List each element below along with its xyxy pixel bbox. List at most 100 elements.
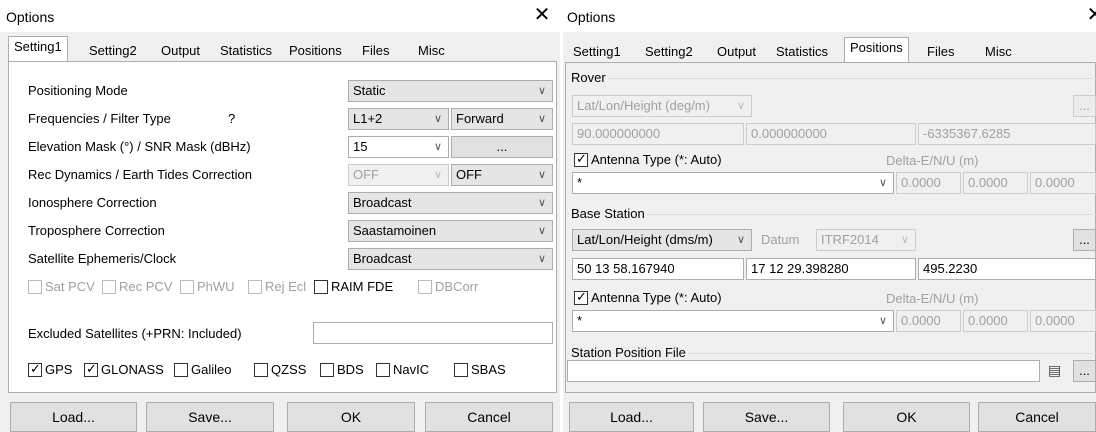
checkbox-box xyxy=(180,280,194,294)
base-lon-input[interactable]: 17 12 29.398280 xyxy=(746,258,916,280)
ephemeris-select[interactable]: Broadcast ∨ xyxy=(348,248,553,270)
checkbox-label: Antenna Type (*: Auto) xyxy=(591,290,722,305)
base-lat-input[interactable]: 50 13 58.167940 xyxy=(572,258,744,280)
rover-antenna-value: * xyxy=(577,175,583,190)
checkbox-label: NavIC xyxy=(393,362,430,377)
checkbox-box: ✓ xyxy=(84,361,98,377)
checkbox-label: QZSS xyxy=(271,362,307,377)
navic-checkbox[interactable]: NavIC xyxy=(376,362,429,378)
rover-format-value: Lat/Lon/Height (deg/m) xyxy=(577,98,710,113)
load-button[interactable]: Load... xyxy=(10,402,137,432)
checkmark-icon: ✓ xyxy=(86,361,97,376)
list-icon[interactable]: ▤ xyxy=(1048,362,1061,379)
galileo-checkbox[interactable]: Galileo xyxy=(174,362,231,378)
frequencies-label: Frequencies / Filter Type xyxy=(28,111,171,126)
base-format-select[interactable]: Lat/Lon/Height (dms/m) ∨ xyxy=(572,229,752,251)
cancel-button[interactable]: Cancel xyxy=(425,402,553,432)
rover-position-button[interactable]: ... xyxy=(1073,95,1096,117)
rover-antenna-checkbox[interactable]: ✓ Antenna Type (*: Auto) xyxy=(574,151,722,168)
rej-ecl-checkbox[interactable]: Rej Ecl xyxy=(248,279,306,295)
ok-button[interactable]: OK xyxy=(843,402,970,432)
positioning-mode-select[interactable]: Static ∨ xyxy=(348,80,553,102)
tab-output[interactable]: Output xyxy=(155,40,206,62)
close-icon[interactable]: ✕ xyxy=(530,4,554,26)
rover-delta-n-input[interactable]: 0.0000 xyxy=(963,172,1028,194)
rover-delta-e-input[interactable]: 0.0000 xyxy=(896,172,961,194)
checkbox-box xyxy=(254,363,268,377)
rover-antenna-select[interactable]: * ∨ xyxy=(572,172,894,194)
excluded-satellites-input[interactable] xyxy=(313,322,553,344)
tab-misc[interactable]: Misc xyxy=(979,41,1018,63)
ephemeris-value: Broadcast xyxy=(353,251,412,266)
station-file-input[interactable] xyxy=(567,360,1040,382)
rec-dynamics-label: Rec Dynamics / Earth Tides Correction xyxy=(28,167,252,182)
base-antenna-select[interactable]: * ∨ xyxy=(572,310,894,332)
tab-misc[interactable]: Misc xyxy=(412,40,451,62)
gps-checkbox[interactable]: ✓ GPS xyxy=(28,361,72,378)
base-format-value: Lat/Lon/Height (dms/m) xyxy=(577,232,713,247)
glonass-checkbox[interactable]: ✓ GLONASS xyxy=(84,361,164,378)
phwu-checkbox[interactable]: PhWU xyxy=(180,279,235,295)
load-button[interactable]: Load... xyxy=(569,402,694,432)
station-file-browse-button[interactable]: ... xyxy=(1073,360,1096,382)
snr-mask-button[interactable]: ... xyxy=(451,136,553,158)
base-position-button[interactable]: ... xyxy=(1073,229,1096,251)
base-delta-u-input[interactable]: 0.0000 xyxy=(1030,310,1096,332)
close-icon[interactable]: ✕ xyxy=(1083,4,1096,26)
rec-pcv-checkbox[interactable]: Rec PCV xyxy=(102,279,172,295)
save-button[interactable]: Save... xyxy=(146,402,274,432)
earth-tides-select[interactable]: OFF ∨ xyxy=(451,164,553,186)
qzss-checkbox[interactable]: QZSS xyxy=(254,362,306,378)
bds-checkbox[interactable]: BDS xyxy=(320,362,364,378)
rover-height-input[interactable]: -6335367.6285 xyxy=(918,123,1096,145)
checkbox-box xyxy=(102,280,116,294)
chevron-down-icon: ∨ xyxy=(433,141,442,153)
tab-files[interactable]: Files xyxy=(356,40,395,62)
checkbox-box xyxy=(320,363,334,377)
tab-positions[interactable]: Positions xyxy=(844,37,909,63)
dbcorr-checkbox[interactable]: DBCorr xyxy=(418,279,478,295)
checkbox-box: ✓ xyxy=(574,151,588,167)
checkbox-box: ✓ xyxy=(28,361,42,377)
positioning-mode-value: Static xyxy=(353,83,386,98)
tab-positions[interactable]: Positions xyxy=(283,40,348,62)
sat-pcv-checkbox[interactable]: Sat PCV xyxy=(28,279,95,295)
ionosphere-select[interactable]: Broadcast ∨ xyxy=(348,192,553,214)
raim-fde-checkbox[interactable]: RAIM FDE xyxy=(314,279,393,295)
tab-setting2[interactable]: Setting2 xyxy=(639,41,699,63)
checkbox-box xyxy=(454,363,468,377)
rec-dynamics-select[interactable]: OFF ∨ xyxy=(348,164,449,186)
filter-type-select[interactable]: Forward ∨ xyxy=(451,108,553,130)
tab-setting1[interactable]: Setting1 xyxy=(8,36,68,62)
cancel-button[interactable]: Cancel xyxy=(978,402,1096,432)
dialog-title: Options xyxy=(567,9,616,25)
tab-output[interactable]: Output xyxy=(711,41,762,63)
rover-lat-input[interactable]: 90.000000000 xyxy=(572,123,744,145)
base-height-input[interactable]: 495.2230 xyxy=(918,258,1096,280)
base-antenna-checkbox[interactable]: ✓ Antenna Type (*: Auto) xyxy=(574,289,722,306)
rover-format-select[interactable]: Lat/Lon/Height (deg/m) ∨ xyxy=(572,95,752,117)
base-delta-e-input[interactable]: 0.0000 xyxy=(896,310,961,332)
tab-setting1[interactable]: Setting1 xyxy=(567,41,627,63)
tab-statistics[interactable]: Statistics xyxy=(770,41,834,63)
sbas-checkbox[interactable]: SBAS xyxy=(454,362,506,378)
tab-files[interactable]: Files xyxy=(921,41,960,63)
ok-button[interactable]: OK xyxy=(287,402,415,432)
base-delta-n-input[interactable]: 0.0000 xyxy=(963,310,1028,332)
rover-delta-u-input[interactable]: 0.0000 xyxy=(1030,172,1096,194)
tab-statistics[interactable]: Statistics xyxy=(214,40,278,62)
rec-dynamics-value: OFF xyxy=(353,167,379,182)
checkbox-label: DBCorr xyxy=(435,279,479,294)
datum-select[interactable]: ITRF2014 ∨ xyxy=(816,229,916,251)
frequencies-select[interactable]: L1+2 ∨ xyxy=(348,108,449,130)
checkbox-label: PhWU xyxy=(197,279,235,294)
chevron-down-icon: ∨ xyxy=(878,177,887,189)
save-button[interactable]: Save... xyxy=(703,402,830,432)
chevron-down-icon: ∨ xyxy=(433,169,442,181)
elevation-mask-select[interactable]: 15 ∨ xyxy=(348,136,449,158)
rover-lon-input[interactable]: 0.000000000 xyxy=(746,123,916,145)
chevron-down-icon: ∨ xyxy=(878,315,887,327)
datum-value: ITRF2014 xyxy=(821,232,879,247)
tab-setting2[interactable]: Setting2 xyxy=(83,40,143,62)
troposphere-select[interactable]: Saastamoinen ∨ xyxy=(348,220,553,242)
